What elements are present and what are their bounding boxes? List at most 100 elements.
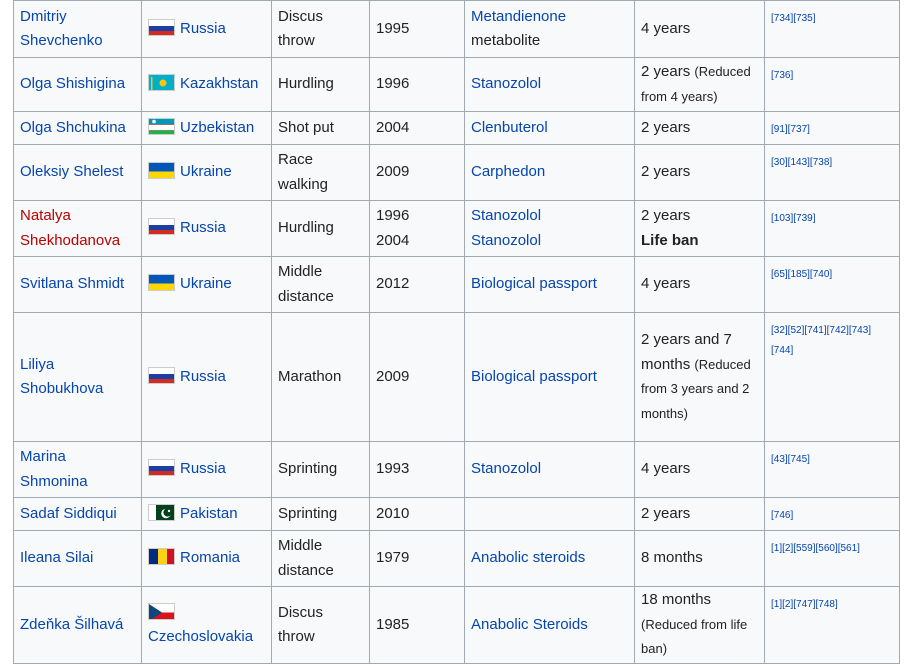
- romania-flag-icon: [148, 548, 175, 566]
- cell-references: [30][143][738]: [764, 144, 900, 201]
- substance-link[interactable]: Stanozolol: [471, 229, 628, 254]
- country-link[interactable]: Pakistan: [180, 505, 238, 522]
- athlete-link[interactable]: Oleksiy Shelest: [20, 163, 123, 180]
- athlete-link[interactable]: Marina Shmonina: [20, 448, 88, 490]
- substance-link[interactable]: Metandienone: [471, 5, 628, 30]
- table-row: Liliya Shobukhova Russia Marathon 2009 Biolo…: [13, 312, 900, 442]
- cell-year: 1979: [369, 530, 465, 587]
- athlete-link[interactable]: Svitlana Shmidt: [20, 275, 124, 292]
- reference-links[interactable]: [1][2][747][748]: [771, 599, 838, 610]
- table-row: Zdeňka Šilhavá Czechoslovakia Discus throw…: [13, 586, 900, 664]
- cell-country: Kazakhstan: [141, 57, 272, 112]
- cell-athlete: Svitlana Shmidt: [13, 256, 142, 313]
- cell-substance: Carphedon: [464, 144, 635, 201]
- cell-substance: [464, 497, 635, 531]
- pakistan-flag-icon: [148, 503, 175, 521]
- cell-ban: 2 years (Reduced from 4 years): [634, 57, 765, 112]
- kazakhstan-flag-icon: [148, 74, 175, 92]
- country-link[interactable]: Russia: [180, 219, 226, 236]
- cell-athlete: Dmitriy Shevchenko: [13, 0, 142, 58]
- year-value: 2009: [376, 163, 410, 181]
- substance-link[interactable]: Carphedon: [471, 160, 628, 185]
- reference-links[interactable]: [736]: [771, 70, 793, 81]
- country-link[interactable]: Romania: [180, 549, 240, 566]
- ban-value: 18 months: [641, 591, 712, 609]
- cell-ban: 2 years: [634, 497, 765, 531]
- athlete-link[interactable]: Liliya Shobukhova: [20, 356, 103, 398]
- cell-references: [91][737]: [764, 111, 900, 145]
- ban-value: 4 years: [641, 275, 691, 293]
- athlete-link[interactable]: Olga Shchukina: [20, 119, 126, 136]
- ban-value: 4 years: [641, 19, 691, 37]
- reference-links[interactable]: [43][745]: [771, 454, 810, 465]
- country-link[interactable]: Ukraine: [180, 275, 232, 292]
- substance-link[interactable]: Anabolic steroids: [471, 546, 628, 571]
- athlete-link[interactable]: Olga Shishigina: [20, 75, 125, 92]
- cell-athlete: Sadaf Siddiqui: [13, 497, 142, 531]
- athlete-link[interactable]: Natalya Shekhodanova: [20, 207, 120, 249]
- doping-table-viewport: Dmitriy Shevchenko Russia Discus throw 1995…: [13, 0, 900, 664]
- cell-substance: Biological passport: [464, 312, 635, 442]
- reference-links[interactable]: [30][143][738]: [771, 157, 832, 168]
- athlete-link[interactable]: Ileana Silai: [20, 549, 93, 566]
- substance-link[interactable]: Biological passport: [471, 365, 628, 390]
- czechoslovakia-flag-icon: [148, 602, 175, 620]
- cell-references: [103][739]: [764, 200, 900, 257]
- athlete-link[interactable]: Dmitriy Shevchenko: [20, 8, 103, 50]
- country-link[interactable]: Czechoslovakia: [148, 628, 253, 645]
- table-row: Svitlana Shmidt Ukraine Middle distance 201…: [13, 256, 900, 313]
- reference-links[interactable]: [734][735]: [771, 13, 815, 24]
- table-row: Dmitriy Shevchenko Russia Discus throw 1995…: [13, 0, 900, 58]
- athlete-link[interactable]: Zdeňka Šilhavá: [20, 616, 123, 633]
- country-link[interactable]: Russia: [180, 368, 226, 385]
- country-link[interactable]: Kazakhstan: [180, 75, 258, 92]
- cell-year: 1985: [369, 586, 465, 664]
- russia-flag-icon: [148, 366, 175, 384]
- russia-flag-icon: [148, 18, 175, 36]
- country-link[interactable]: Ukraine: [180, 163, 232, 180]
- cell-event: Middle distance: [271, 256, 370, 313]
- reference-links[interactable]: [32][52][741][742][743][744]: [771, 325, 871, 356]
- year-value: 2009: [376, 367, 410, 385]
- year-value: 1979: [376, 549, 410, 567]
- ban-value: 2 years: [641, 163, 691, 181]
- country-link[interactable]: Uzbekistan: [180, 119, 254, 136]
- cell-references: [734][735]: [764, 0, 900, 58]
- reference-links[interactable]: [1][2][559][560][561]: [771, 543, 860, 554]
- ban-value: 4 years: [641, 460, 691, 478]
- cell-year: 1996: [369, 57, 465, 112]
- cell-event: Sprinting: [271, 497, 370, 531]
- country-link[interactable]: Russia: [180, 20, 226, 37]
- cell-ban: 18 months (Reduced from life ban): [634, 586, 765, 664]
- cell-country: Czechoslovakia: [141, 586, 272, 664]
- cell-substance: Stanozolol: [464, 441, 635, 498]
- cell-references: [1][2][559][560][561]: [764, 530, 900, 587]
- table-row: Oleksiy Shelest Ukraine Race walking 2009 Ca…: [13, 144, 900, 201]
- year-value: 1995: [376, 19, 410, 37]
- substance-link[interactable]: Stanozolol: [471, 457, 628, 482]
- reference-links[interactable]: [65][185][740]: [771, 269, 832, 280]
- reference-links[interactable]: [91][737]: [771, 124, 810, 135]
- substance-link[interactable]: Clenbuterol: [471, 116, 628, 141]
- cell-ban: 2 years: [634, 111, 765, 145]
- cell-substance: Anabolic Steroids: [464, 586, 635, 664]
- reference-links[interactable]: [746]: [771, 510, 793, 521]
- substance-link[interactable]: Stanozolol: [471, 204, 628, 229]
- substance-link[interactable]: Anabolic Steroids: [471, 613, 628, 638]
- cell-country: Russia: [141, 0, 272, 58]
- substance-link[interactable]: Stanozolol: [471, 72, 628, 97]
- cell-year: 2004: [369, 111, 465, 145]
- reference-links[interactable]: [103][739]: [771, 213, 815, 224]
- cell-substance: Stanozolol: [464, 57, 635, 112]
- country-link[interactable]: Russia: [180, 460, 226, 477]
- ban-value: 2 years: [641, 504, 691, 522]
- table-row: Olga Shchukina Uzbekistan Shot put 2004 Clen…: [13, 111, 900, 145]
- cell-substance: Biological passport: [464, 256, 635, 313]
- cell-references: [736]: [764, 57, 900, 112]
- athlete-link[interactable]: Sadaf Siddiqui: [20, 505, 117, 522]
- cell-athlete: Ileana Silai: [13, 530, 142, 587]
- cell-country: Russia: [141, 441, 272, 498]
- cell-substance: Clenbuterol: [464, 111, 635, 145]
- substance-link[interactable]: Biological passport: [471, 272, 628, 297]
- year-value: 2010: [376, 504, 410, 522]
